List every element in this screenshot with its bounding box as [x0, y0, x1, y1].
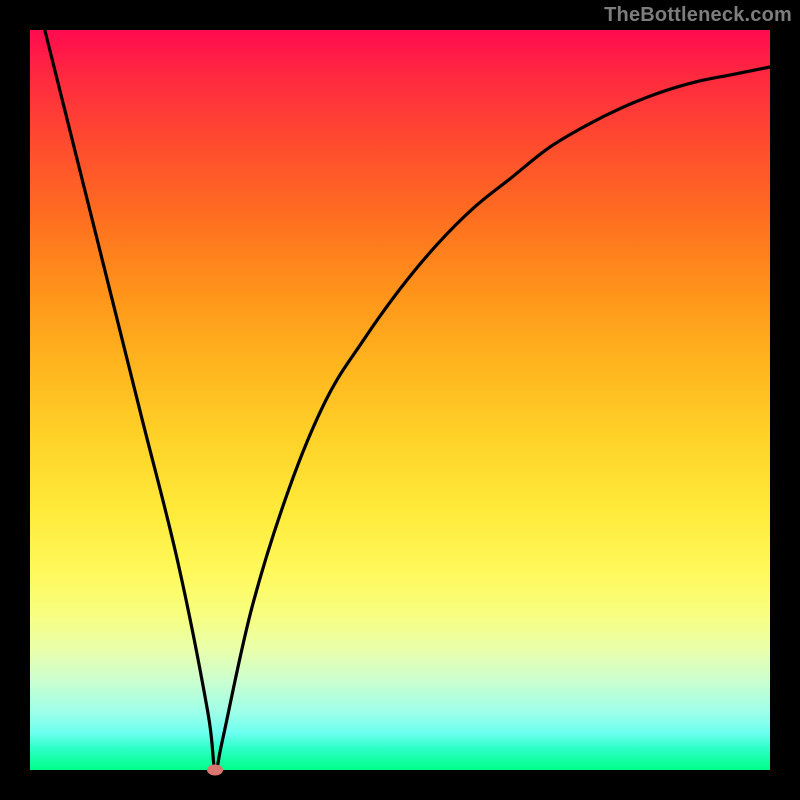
- chart-container: TheBottleneck.com: [0, 0, 800, 800]
- plot-background: [30, 30, 770, 770]
- watermark-text: TheBottleneck.com: [604, 4, 792, 27]
- optimum-marker: [207, 765, 223, 776]
